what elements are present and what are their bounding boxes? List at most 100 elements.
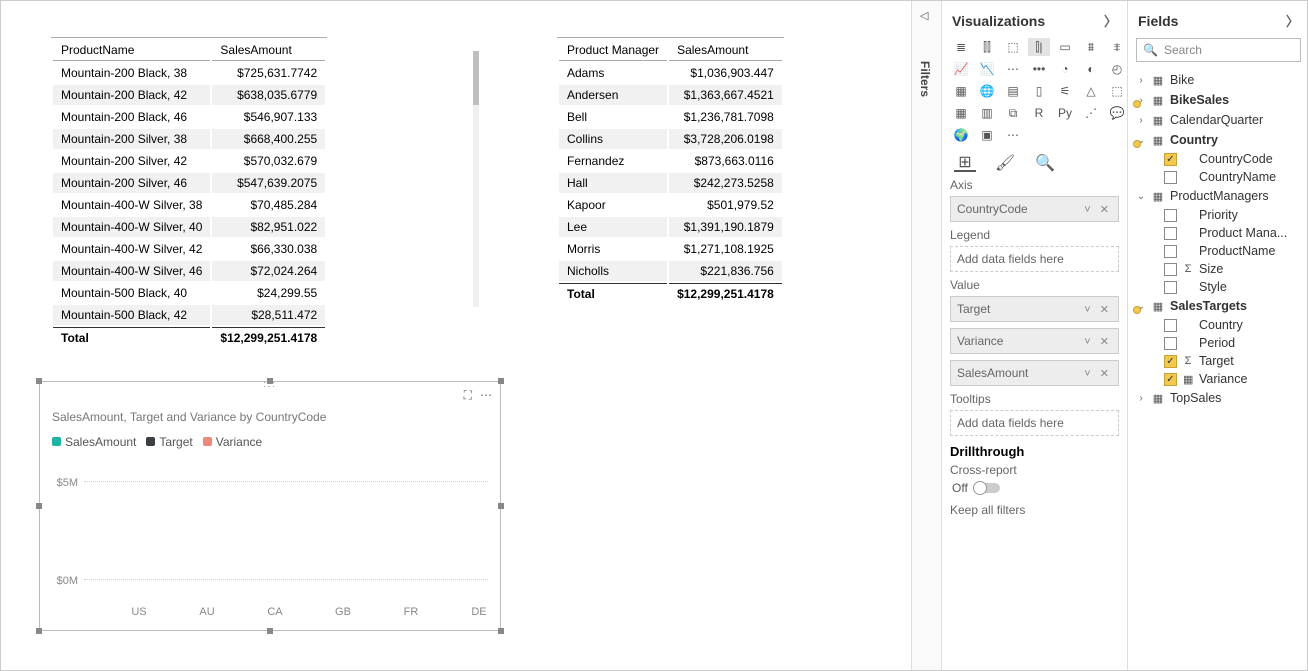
- chart-plot-area[interactable]: $5M$0MUSAUCAGBFRDE: [84, 458, 488, 600]
- table-row[interactable]: Mountain-400-W Silver, 42$66,330.038: [53, 239, 325, 259]
- table-row[interactable]: Mountain-400-W Silver, 40$82,951.022: [53, 217, 325, 237]
- table-row[interactable]: Mountain-200 Silver, 46$547,639.2075: [53, 173, 325, 193]
- visual-type-icon[interactable]: 💬: [1106, 104, 1127, 122]
- visual-type-icon[interactable]: ▣: [976, 126, 998, 144]
- visual-type-icon[interactable]: ▭: [1054, 38, 1076, 56]
- visual-type-icon[interactable]: ▤: [1002, 82, 1024, 100]
- table-row[interactable]: Mountain-200 Silver, 42$570,032.679: [53, 151, 325, 171]
- well-actions-icon[interactable]: ˅ ✕: [1084, 303, 1112, 316]
- field-checkbox[interactable]: [1164, 209, 1177, 222]
- visual-type-icon[interactable]: ⩩: [1080, 38, 1102, 56]
- visual-type-icon[interactable]: ▥: [976, 104, 998, 122]
- table-node[interactable]: ⌄▦SalesTargets: [1136, 296, 1301, 316]
- visual-type-icon[interactable]: ⋯: [1002, 60, 1024, 78]
- col-productname[interactable]: ProductName: [53, 40, 210, 61]
- table-row[interactable]: Andersen$1,363,667.4521: [559, 85, 782, 105]
- visual-type-icon[interactable]: ⬚: [1106, 82, 1127, 100]
- visual-type-icon[interactable]: ◐: [1080, 60, 1102, 78]
- legend-well[interactable]: Add data fields here: [950, 246, 1119, 272]
- table-row[interactable]: Mountain-200 Silver, 38$668,400.255: [53, 129, 325, 149]
- value-well[interactable]: Target˅ ✕: [950, 296, 1119, 322]
- visual-type-icon[interactable]: ▦: [950, 82, 972, 100]
- table-row[interactable]: Nicholls$221,836.756: [559, 261, 782, 281]
- col-salesamount[interactable]: SalesAmount: [669, 40, 782, 61]
- visual-type-icon[interactable]: ⫿⫿: [976, 38, 998, 56]
- field-item[interactable]: Product Mana...: [1136, 224, 1301, 242]
- field-item[interactable]: ProductName: [1136, 242, 1301, 260]
- table-row[interactable]: Adams$1,036,903.447: [559, 63, 782, 83]
- table-row[interactable]: Hall$242,273.5258: [559, 173, 782, 193]
- more-options-icon[interactable]: ⋯: [480, 388, 492, 403]
- analytics-tab[interactable]: 🔍: [1034, 154, 1056, 172]
- table-row[interactable]: Mountain-200 Black, 46$546,907.133: [53, 107, 325, 127]
- visual-type-icon[interactable]: ▯: [1028, 82, 1050, 100]
- field-checkbox[interactable]: [1164, 227, 1177, 240]
- value-well[interactable]: SalesAmount˅ ✕: [950, 360, 1119, 386]
- col-salesamount[interactable]: SalesAmount: [212, 40, 325, 61]
- field-checkbox[interactable]: ✓: [1164, 153, 1177, 166]
- visual-type-icon[interactable]: ⚟: [1054, 82, 1076, 100]
- well-actions-icon[interactable]: ˅ ✕: [1084, 367, 1112, 380]
- table-node[interactable]: ⌄▦Country: [1136, 130, 1301, 150]
- visual-type-icon[interactable]: ⩨: [1106, 38, 1127, 56]
- field-item[interactable]: Priority: [1136, 206, 1301, 224]
- drag-grip-icon[interactable]: :::: [263, 379, 277, 389]
- table-row[interactable]: Mountain-200 Black, 38$725,631.7742: [53, 63, 325, 83]
- visual-type-icon[interactable]: R: [1028, 104, 1050, 122]
- field-item[interactable]: ✓ΣTarget: [1136, 352, 1301, 370]
- col-manager[interactable]: Product Manager: [559, 40, 667, 61]
- field-item[interactable]: Country: [1136, 316, 1301, 334]
- collapse-fields-icon[interactable]: 〉: [1286, 11, 1299, 30]
- visual-type-icon[interactable]: 🌐: [976, 82, 998, 100]
- field-item[interactable]: ΣSize: [1136, 260, 1301, 278]
- table-node[interactable]: ›▦Bike: [1136, 70, 1301, 90]
- table-row[interactable]: Morris$1,271,108.1925: [559, 239, 782, 259]
- field-checkbox[interactable]: ✓: [1164, 355, 1177, 368]
- visual-type-icon[interactable]: 📉: [976, 60, 998, 78]
- well-actions-icon[interactable]: ˅ ✕: [1084, 335, 1112, 348]
- field-checkbox[interactable]: [1164, 337, 1177, 350]
- table-row[interactable]: Mountain-200 Black, 42$638,035.6779: [53, 85, 325, 105]
- field-checkbox[interactable]: ✓: [1164, 373, 1177, 386]
- field-item[interactable]: Style: [1136, 278, 1301, 296]
- tooltips-well[interactable]: Add data fields here: [950, 410, 1119, 436]
- field-item[interactable]: Period: [1136, 334, 1301, 352]
- field-item[interactable]: CountryName: [1136, 168, 1301, 186]
- visual-type-icon[interactable]: △: [1080, 82, 1102, 100]
- cross-report-toggle[interactable]: Off: [952, 481, 1119, 495]
- visual-type-icon[interactable]: Py: [1054, 104, 1076, 122]
- expand-filters-icon[interactable]: ◁: [920, 9, 928, 22]
- visual-type-icon[interactable]: ≣: [950, 38, 972, 56]
- visual-type-icon[interactable]: ◴: [1106, 60, 1127, 78]
- manager-sales-table[interactable]: Product Manager SalesAmount Adams$1,036,…: [557, 37, 784, 306]
- table-row[interactable]: Mountain-500 Black, 42$28,511.472: [53, 305, 325, 325]
- table-node[interactable]: ›▦TopSales: [1136, 388, 1301, 408]
- table-scrollbar[interactable]: [473, 51, 479, 307]
- visual-type-icon[interactable]: ⋰: [1080, 104, 1102, 122]
- field-item[interactable]: ✓▦Variance: [1136, 370, 1301, 388]
- table-row[interactable]: Kapoor$501,979.52: [559, 195, 782, 215]
- table-row[interactable]: Mountain-500 Black, 40$24,299.55: [53, 283, 325, 303]
- visual-type-icon[interactable]: ▦: [950, 104, 972, 122]
- field-checkbox[interactable]: [1164, 263, 1177, 276]
- fields-search[interactable]: 🔍 Search: [1136, 38, 1301, 62]
- axis-well[interactable]: CountryCode˅ ✕: [950, 196, 1119, 222]
- field-item[interactable]: ✓CountryCode: [1136, 150, 1301, 168]
- fields-tab[interactable]: ⊞: [954, 154, 976, 172]
- table-row[interactable]: Lee$1,391,190.1879: [559, 217, 782, 237]
- visual-type-icon[interactable]: •••: [1028, 60, 1050, 78]
- field-checkbox[interactable]: [1164, 319, 1177, 332]
- table-node[interactable]: ›▦BikeSales: [1136, 90, 1301, 110]
- field-checkbox[interactable]: [1164, 281, 1177, 294]
- well-actions-icon[interactable]: ˅ ✕: [1084, 203, 1112, 216]
- report-canvas[interactable]: ProductName SalesAmount Mountain-200 Bla…: [1, 1, 911, 670]
- format-tab[interactable]: 🖌: [994, 154, 1016, 172]
- collapse-vis-icon[interactable]: 〉: [1104, 11, 1117, 30]
- visual-type-icon[interactable]: ⬚: [1002, 38, 1024, 56]
- table-node[interactable]: ›▦CalendarQuarter: [1136, 110, 1301, 130]
- focus-mode-icon[interactable]: ⛶: [464, 388, 472, 403]
- table-row[interactable]: Mountain-400-W Silver, 38$70,485.284: [53, 195, 325, 215]
- product-sales-table[interactable]: ProductName SalesAmount Mountain-200 Bla…: [51, 37, 327, 350]
- filters-pane-collapsed[interactable]: ◁ Filters: [911, 1, 941, 670]
- table-node[interactable]: ⌄▦ProductManagers: [1136, 186, 1301, 206]
